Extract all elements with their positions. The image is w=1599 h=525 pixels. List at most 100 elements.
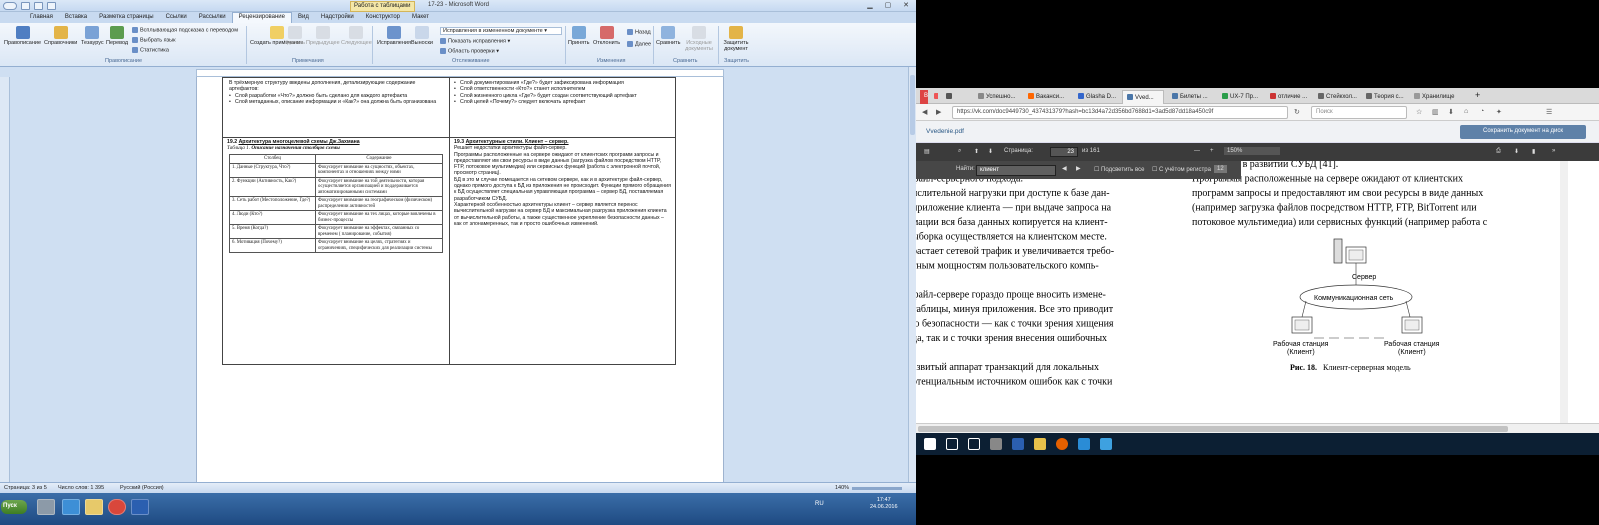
reload-icon[interactable]: ↻ bbox=[1294, 108, 1300, 116]
pdf-horizontal-scrollbar[interactable] bbox=[916, 423, 1599, 433]
pocket-icon[interactable]: ◔ bbox=[1480, 108, 1484, 115]
horizontal-ruler[interactable] bbox=[196, 69, 724, 77]
printer-icon[interactable] bbox=[37, 499, 55, 515]
zoom-slider[interactable] bbox=[852, 487, 902, 490]
balloons-button[interactable]: Выноски bbox=[411, 26, 433, 46]
task-view-icon[interactable] bbox=[968, 438, 980, 450]
library-icon[interactable]: ▥ bbox=[1432, 108, 1439, 116]
browser-tab[interactable]: Glasha D... bbox=[1074, 90, 1120, 104]
show-markup-button[interactable]: Показать исправления ▾ bbox=[440, 38, 510, 44]
undo-icon[interactable] bbox=[33, 2, 43, 10]
vertical-ruler[interactable] bbox=[0, 77, 10, 482]
vertical-scrollbar[interactable] bbox=[908, 67, 916, 482]
inner-table[interactable]: Столбец Содержание 1. Данные (Структура,… bbox=[229, 154, 443, 253]
folder-icon[interactable] bbox=[85, 499, 103, 515]
download-icon[interactable]: ⬇ bbox=[1448, 108, 1454, 116]
document-table[interactable]: В трёхмерную структуру введены дополнени… bbox=[222, 77, 676, 365]
store-icon[interactable] bbox=[990, 438, 1002, 450]
browser-tab[interactable]: Теория с... bbox=[1362, 90, 1408, 104]
zoom-select[interactable]: 150% bbox=[1224, 147, 1280, 155]
translation-tooltip-button[interactable]: Всплывающая подсказка с переводом bbox=[132, 27, 238, 33]
word-count-button[interactable]: Статистика bbox=[132, 47, 169, 53]
track-changes-button[interactable]: Исправления bbox=[377, 26, 411, 46]
print-icon[interactable]: ⎙ bbox=[1496, 148, 1501, 155]
browser-tab[interactable]: Билеты ... bbox=[1168, 90, 1214, 104]
office-button[interactable] bbox=[3, 2, 17, 10]
sidebar-toggle-icon[interactable]: ▤ bbox=[924, 148, 930, 155]
right-section[interactable]: 19.3 Архитектурные стили. Клиент – серве… bbox=[454, 139, 672, 227]
find-icon[interactable]: ⌕ bbox=[958, 148, 961, 155]
display-for-review-select[interactable]: Исправления в измененном документе ▾ bbox=[440, 27, 562, 35]
zoom-out-icon[interactable]: — bbox=[1194, 148, 1200, 154]
bookmark-icon[interactable]: ▮ bbox=[1532, 148, 1535, 155]
bookmark-star-icon[interactable]: ☆ bbox=[1416, 108, 1422, 116]
source-documents-button[interactable]: Исходные документы bbox=[684, 26, 714, 52]
browser-tab[interactable]: отличие ... bbox=[1266, 90, 1312, 104]
top-left-cell[interactable]: В трёхмерную структуру введены дополнени… bbox=[229, 80, 445, 105]
tab-review[interactable]: Рецензирование bbox=[231, 12, 292, 23]
translate-button[interactable]: Перевод bbox=[106, 26, 128, 46]
windows-start-icon[interactable] bbox=[924, 438, 936, 450]
folder-icon[interactable] bbox=[1034, 438, 1046, 450]
browser-tab[interactable]: Хранилище bbox=[1410, 90, 1462, 104]
tab-pinned[interactable] bbox=[942, 90, 970, 104]
start-button[interactable]: Пуск bbox=[1, 500, 27, 514]
url-bar[interactable]: https://vk.com/doc9449730_437431379?hash… bbox=[952, 106, 1288, 119]
firefox-icon[interactable] bbox=[1056, 438, 1068, 450]
tools-icon[interactable]: » bbox=[1552, 148, 1555, 154]
research-button[interactable]: Справочники bbox=[44, 26, 77, 46]
clock[interactable]: 17:47 24.06.2016 bbox=[870, 497, 898, 511]
chrome-icon[interactable] bbox=[108, 499, 126, 515]
spelling-button[interactable]: Правописание bbox=[4, 26, 41, 46]
next-change-button[interactable]: Далее bbox=[627, 41, 651, 47]
save-document-button[interactable]: Сохранить документ на диск bbox=[1460, 125, 1586, 139]
app-icon[interactable] bbox=[1078, 438, 1090, 450]
zoom-in-icon[interactable]: + bbox=[1210, 148, 1214, 154]
zoom-level[interactable]: 140% bbox=[835, 485, 849, 491]
previous-page-icon[interactable]: ⬆ bbox=[974, 148, 979, 155]
find-input[interactable]: клиент bbox=[976, 165, 1056, 176]
review-pane-button[interactable]: Область проверки ▾ bbox=[440, 48, 499, 54]
set-language-button[interactable]: Выбрать язык bbox=[132, 37, 176, 43]
home-icon[interactable]: ⌂ bbox=[1464, 108, 1468, 115]
tab-pinned[interactable]: B bbox=[920, 90, 928, 104]
accept-button[interactable]: Принять bbox=[568, 26, 589, 46]
pdf-vertical-scrollbar[interactable] bbox=[1560, 161, 1568, 423]
reject-button[interactable]: Отклонить bbox=[593, 26, 620, 46]
find-previous-icon[interactable]: ◀ bbox=[1062, 165, 1067, 172]
match-case-checkbox[interactable]: ☐ С учётом регистра bbox=[1152, 166, 1211, 173]
tab-pinned[interactable] bbox=[930, 90, 938, 104]
scrollbar-thumb[interactable] bbox=[910, 75, 915, 135]
next-comment-button[interactable]: Следующее bbox=[341, 26, 372, 46]
top-right-cell[interactable]: Слой документирования «Где?» будет зафик… bbox=[454, 80, 672, 105]
new-tab-button[interactable]: + bbox=[1472, 90, 1483, 104]
browser-tab[interactable]: Стейкхол... bbox=[1314, 90, 1360, 104]
download-pdf-icon[interactable]: ⬇ bbox=[1514, 148, 1519, 155]
menu-icon[interactable]: ☰ bbox=[1546, 108, 1552, 116]
highlight-all-checkbox[interactable]: ☐ Подсветить все bbox=[1094, 166, 1144, 173]
page-number-input[interactable]: 23 bbox=[1050, 147, 1078, 157]
browser-tab[interactable]: Успешно... bbox=[974, 90, 1022, 104]
browser-tab[interactable]: UX-7 Пр... bbox=[1218, 90, 1264, 104]
previous-change-button[interactable]: Назад bbox=[627, 29, 651, 35]
app-icon[interactable] bbox=[1100, 438, 1112, 450]
browser-tab[interactable]: Ваканси... bbox=[1024, 90, 1072, 104]
word-count[interactable]: Число слов: 1 395 bbox=[58, 485, 104, 491]
addon-icon[interactable]: ✦ bbox=[1496, 108, 1502, 116]
app-icon[interactable] bbox=[1012, 438, 1024, 450]
find-next-icon[interactable]: ▶ bbox=[1076, 165, 1081, 172]
search-icon[interactable] bbox=[946, 438, 958, 450]
forward-icon[interactable]: ▶ bbox=[936, 108, 941, 116]
thesaurus-button[interactable]: Тезаурус bbox=[81, 26, 104, 46]
pdf-viewer[interactable]: ли бизнес-логики. Централизованное управ… bbox=[916, 161, 1599, 423]
word-window-controls[interactable]: ▁ ▢ ✕ bbox=[867, 1, 914, 9]
search-input[interactable]: Поиск bbox=[1311, 106, 1407, 119]
word-icon[interactable] bbox=[131, 499, 149, 515]
protect-document-button[interactable]: Защитить документ bbox=[721, 26, 751, 52]
keyboard-layout[interactable]: RU bbox=[815, 501, 824, 507]
left-section[interactable]: 19.2 Архитектура многоцелевой схемы Дж.З… bbox=[227, 139, 447, 152]
redo-icon[interactable] bbox=[46, 2, 56, 10]
language-indicator[interactable]: Русский (Россия) bbox=[120, 485, 164, 491]
app-icon[interactable] bbox=[62, 499, 80, 515]
browser-tab-active[interactable]: Vved... bbox=[1122, 90, 1164, 104]
